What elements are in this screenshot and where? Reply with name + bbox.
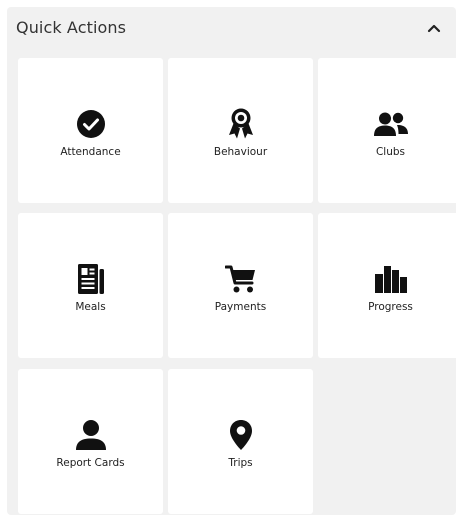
- quick-action-attendance[interactable]: Attendance: [18, 58, 163, 203]
- quick-action-clubs[interactable]: Clubs: [318, 58, 461, 203]
- cart-icon: [224, 265, 255, 293]
- quick-action-label: Meals: [75, 301, 106, 313]
- quick-action-label: Behaviour: [213, 146, 268, 158]
- quick-action-trips[interactable]: Trips: [168, 369, 313, 514]
- award-icon: [228, 108, 253, 139]
- quick-action-label: Trips: [228, 457, 253, 469]
- quick-actions-header[interactable]: Quick Actions: [7, 7, 456, 49]
- chevron-up-icon: [427, 24, 441, 33]
- quick-action-label: Progress: [368, 301, 413, 313]
- quick-action-label: Payments: [214, 301, 267, 313]
- quick-action-payments[interactable]: Payments: [168, 213, 313, 358]
- map-pin-icon: [229, 420, 252, 450]
- bar-chart-icon: [374, 266, 407, 293]
- quick-action-progress[interactable]: Progress: [318, 213, 461, 358]
- quick-action-label: Clubs: [375, 146, 406, 158]
- check-circle-icon: [76, 110, 105, 138]
- quick-action-label: Report Cards: [56, 457, 125, 469]
- newspaper-icon: [77, 264, 104, 294]
- quick-actions-panel: Quick Actions Attendance Behaviour Clubs…: [7, 7, 461, 515]
- collapse-button[interactable]: [422, 16, 446, 40]
- quick-action-meals[interactable]: Meals: [18, 213, 163, 358]
- quick-action-report-cards[interactable]: Report Cards: [18, 369, 163, 514]
- users-icon: [373, 112, 408, 136]
- panel-title: Quick Actions: [16, 18, 127, 37]
- quick-action-label: Attendance: [60, 146, 121, 158]
- person-icon: [75, 420, 106, 450]
- quick-action-behaviour[interactable]: Behaviour: [168, 58, 313, 203]
